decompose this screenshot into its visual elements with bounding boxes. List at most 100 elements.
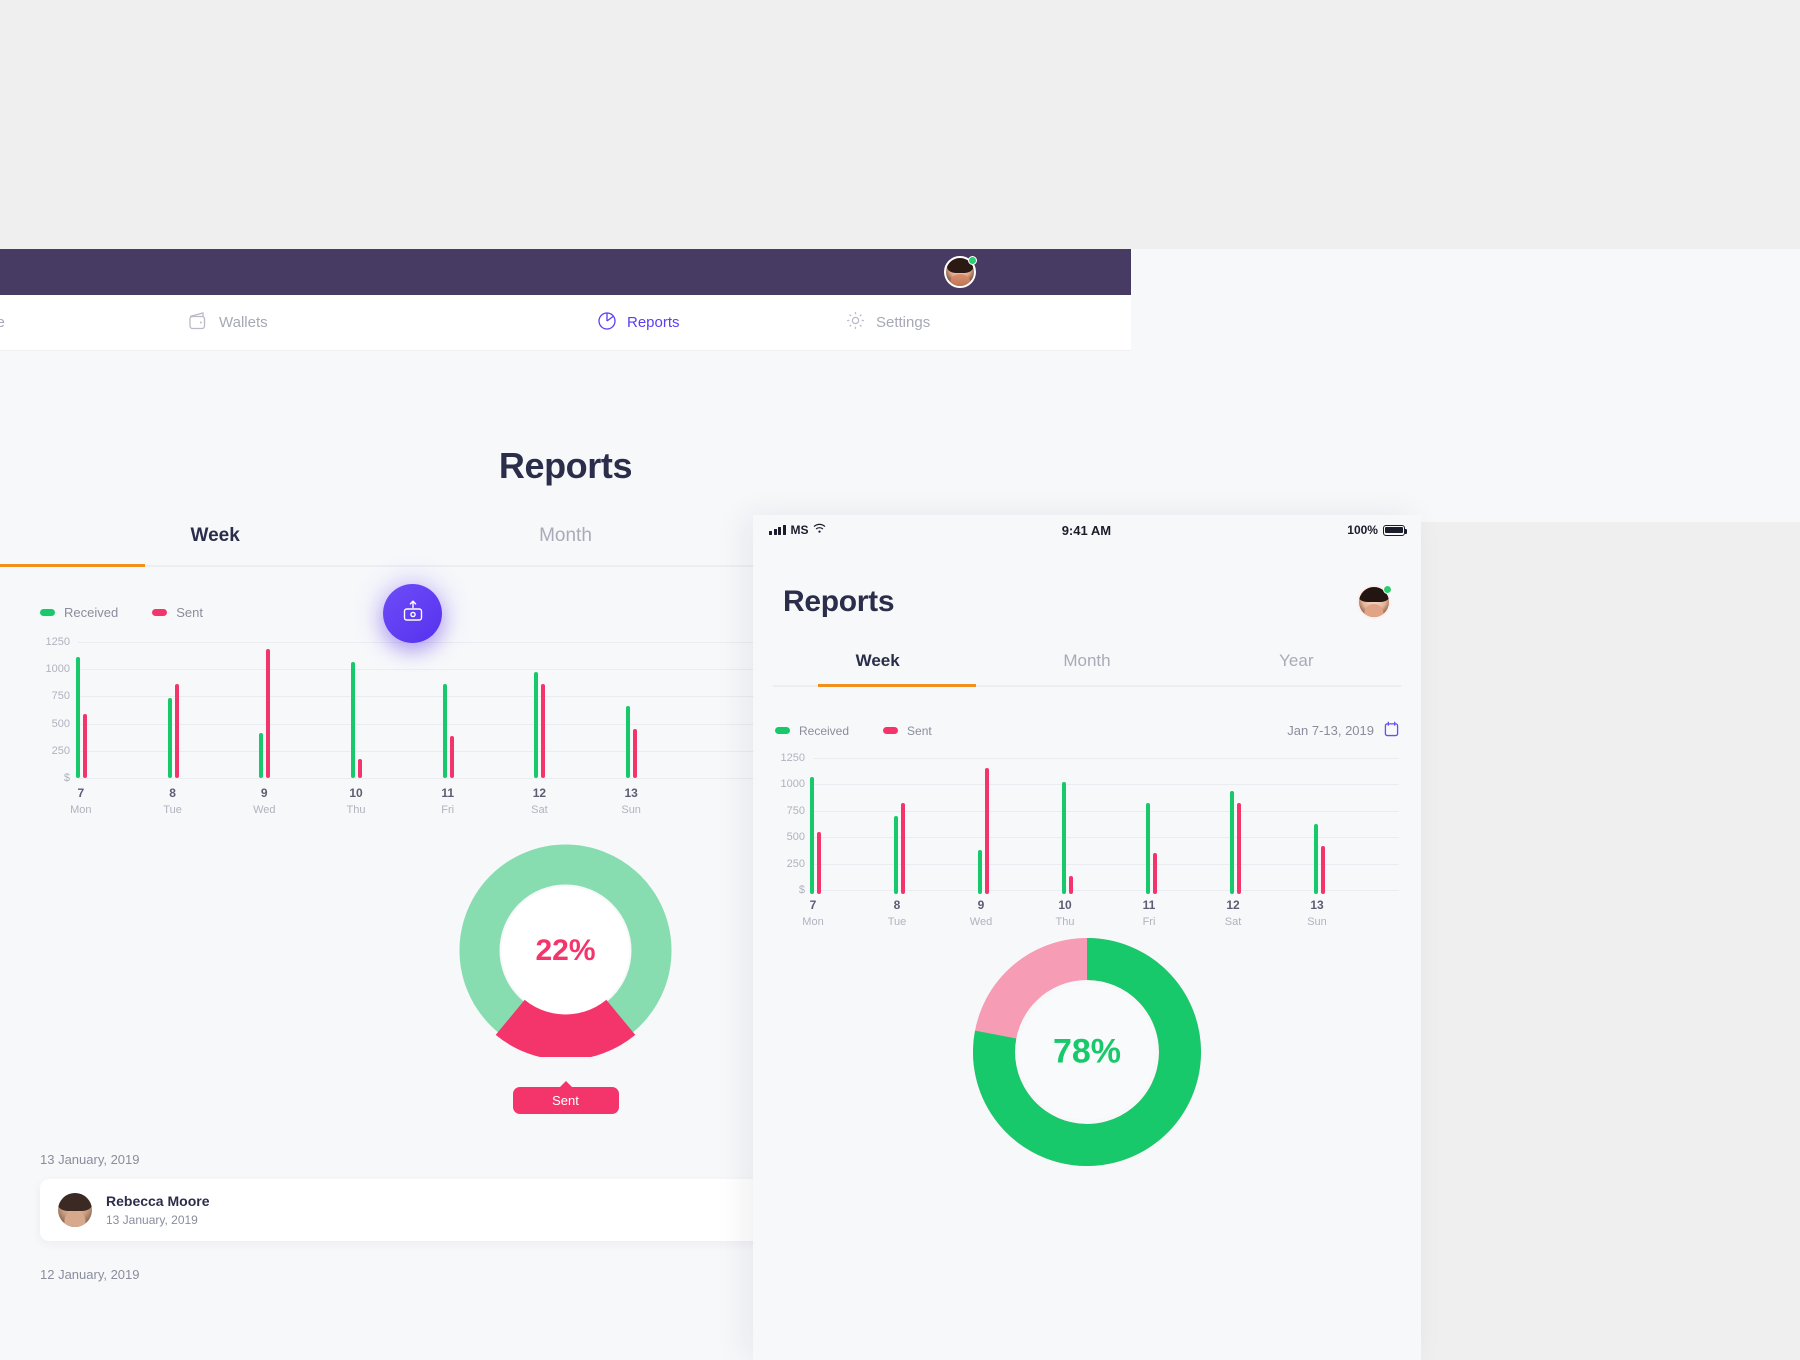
x-axis-day-number: 11 xyxy=(1142,898,1156,912)
x-axis-weekday: Fri xyxy=(1142,916,1156,928)
nav-item-wallets[interactable]: Wallets xyxy=(187,311,268,335)
online-status-dot xyxy=(1383,585,1392,594)
x-axis-weekday: Mon xyxy=(70,804,92,816)
legend-item-received: Received xyxy=(40,605,118,620)
bar-received xyxy=(167,698,172,778)
legend-dot-sent xyxy=(883,727,899,734)
legend-label: Received xyxy=(799,723,850,738)
x-axis-day-number: 8 xyxy=(169,786,176,800)
tab-week[interactable]: Week xyxy=(40,525,390,565)
transaction-details: Rebecca Moore 13 January, 2019 xyxy=(106,1193,209,1227)
bar-sent xyxy=(449,735,454,778)
background-panel xyxy=(1131,249,1800,522)
signal-icon xyxy=(769,525,786,535)
x-axis-weekday: Mon xyxy=(802,916,824,928)
x-axis-weekday: Wed xyxy=(253,804,276,816)
phone-avatar-button[interactable] xyxy=(1357,585,1392,619)
x-axis-weekday: Sun xyxy=(1307,916,1327,928)
nav-item-label: Reports xyxy=(627,314,680,331)
send-money-button[interactable] xyxy=(383,584,442,643)
y-axis-labels: 1250 1000 750 500 250 $ xyxy=(775,752,809,896)
x-axis-tick: 9 Wed xyxy=(970,898,992,928)
x-axis-weekday: Sat xyxy=(1224,916,1242,928)
x-axis-tick: 11 Fri xyxy=(441,786,454,816)
active-tab-indicator xyxy=(0,564,145,567)
y-axis-tick: 500 xyxy=(51,717,70,730)
tab-month[interactable]: Month xyxy=(982,651,1191,685)
desktop-topbar xyxy=(0,249,1131,295)
avatar xyxy=(58,1193,92,1227)
bar-sent xyxy=(266,648,271,778)
transaction-name: Rebecca Moore xyxy=(106,1193,210,1209)
y-axis-tick: 1250 xyxy=(45,636,70,648)
tab-month[interactable]: Month xyxy=(390,525,740,565)
x-axis-weekday: Fri xyxy=(441,804,455,816)
battery-icon xyxy=(1382,524,1408,536)
bar-sent xyxy=(985,768,989,894)
x-axis-day-number: 10 xyxy=(349,786,363,800)
phone-chart-legend: Received Sent Jan 7-13, 2019 xyxy=(775,721,1399,740)
nav-item-label: me xyxy=(0,314,5,331)
bar-received xyxy=(75,657,80,778)
pie-chart-icon xyxy=(597,311,617,335)
bar-received xyxy=(626,705,631,778)
x-axis-day-number: 9 xyxy=(977,898,985,912)
desktop-nav: me Wallets Reports xyxy=(0,295,1131,351)
x-axis-day-number: 10 xyxy=(1058,898,1072,912)
bar-received xyxy=(351,662,355,778)
legend-dot-received xyxy=(40,609,55,616)
x-axis-day-number: 13 xyxy=(1310,898,1324,912)
legend-label: Sent xyxy=(907,723,932,738)
bar-received xyxy=(1230,791,1234,894)
nav-item-settings[interactable]: Settings xyxy=(845,310,930,335)
x-axis-tick: 9 Wed xyxy=(253,786,275,816)
topbar-avatar[interactable] xyxy=(944,256,977,288)
x-axis-tick: 8 Tue xyxy=(888,898,907,928)
legend-item-sent: Sent xyxy=(152,605,203,620)
x-axis-tick: 12 Sat xyxy=(1225,898,1242,928)
legend-label: Received xyxy=(64,605,119,620)
date-range-selector[interactable]: Jan 7-13, 2019 xyxy=(1287,721,1399,740)
y-axis-tick: $ xyxy=(63,772,70,784)
bar-sent xyxy=(174,683,179,778)
nav-item-label: Wallets xyxy=(219,314,268,331)
nav-item-label: Settings xyxy=(876,314,931,331)
x-axis-weekday: Sat xyxy=(531,804,548,816)
x-axis-day-number: 11 xyxy=(441,786,455,800)
phone-donut-chart: 78% xyxy=(753,938,1421,1166)
x-axis-day-number: 12 xyxy=(1226,898,1240,912)
bar-sent xyxy=(1237,802,1241,894)
battery-area: 100% xyxy=(1347,523,1408,537)
bar-received xyxy=(1314,823,1318,894)
bar-sent xyxy=(541,683,546,778)
bar-sent xyxy=(1153,852,1157,894)
calendar-icon xyxy=(1384,721,1399,740)
gear-icon xyxy=(845,310,866,335)
y-axis-tick: 1250 xyxy=(780,752,805,764)
nav-item-reports[interactable]: Reports xyxy=(597,311,680,335)
x-axis-day-number: 13 xyxy=(624,786,638,800)
online-status-dot xyxy=(968,256,977,265)
x-axis-tick: 10 Thu xyxy=(1056,898,1075,928)
wallet-icon xyxy=(187,311,209,335)
date-range-label: Jan 7-13, 2019 xyxy=(1287,723,1374,738)
phone-bar-chart: 1250 1000 750 500 250 $ 7 Mon 8 Tue 9 Wed 10 Thu 11 Fr… xyxy=(775,752,1399,928)
x-axis-tick: 12 Sat xyxy=(531,786,548,816)
x-axis-day-number: 7 xyxy=(77,786,85,800)
x-axis-weekday: Wed xyxy=(969,916,993,928)
sent-tooltip-badge[interactable]: Sent xyxy=(512,1087,619,1114)
x-axis-weekday: Tue xyxy=(163,804,182,816)
tab-week[interactable]: Week xyxy=(773,651,982,685)
bar-sent xyxy=(358,758,362,778)
donut-ring: 22% xyxy=(459,844,672,1060)
bar-received xyxy=(810,776,814,894)
bar-received xyxy=(259,732,264,778)
bar-received xyxy=(978,850,982,894)
nav-item-home[interactable]: me xyxy=(0,314,5,331)
donut-percent-label: 22% xyxy=(535,933,596,967)
bar-sent xyxy=(1069,875,1073,894)
donut-ring: 78% xyxy=(973,938,1201,1166)
bar-received xyxy=(1062,781,1066,894)
x-axis-tick: 8 Tue xyxy=(163,786,182,816)
tab-year[interactable]: Year xyxy=(1192,651,1401,685)
